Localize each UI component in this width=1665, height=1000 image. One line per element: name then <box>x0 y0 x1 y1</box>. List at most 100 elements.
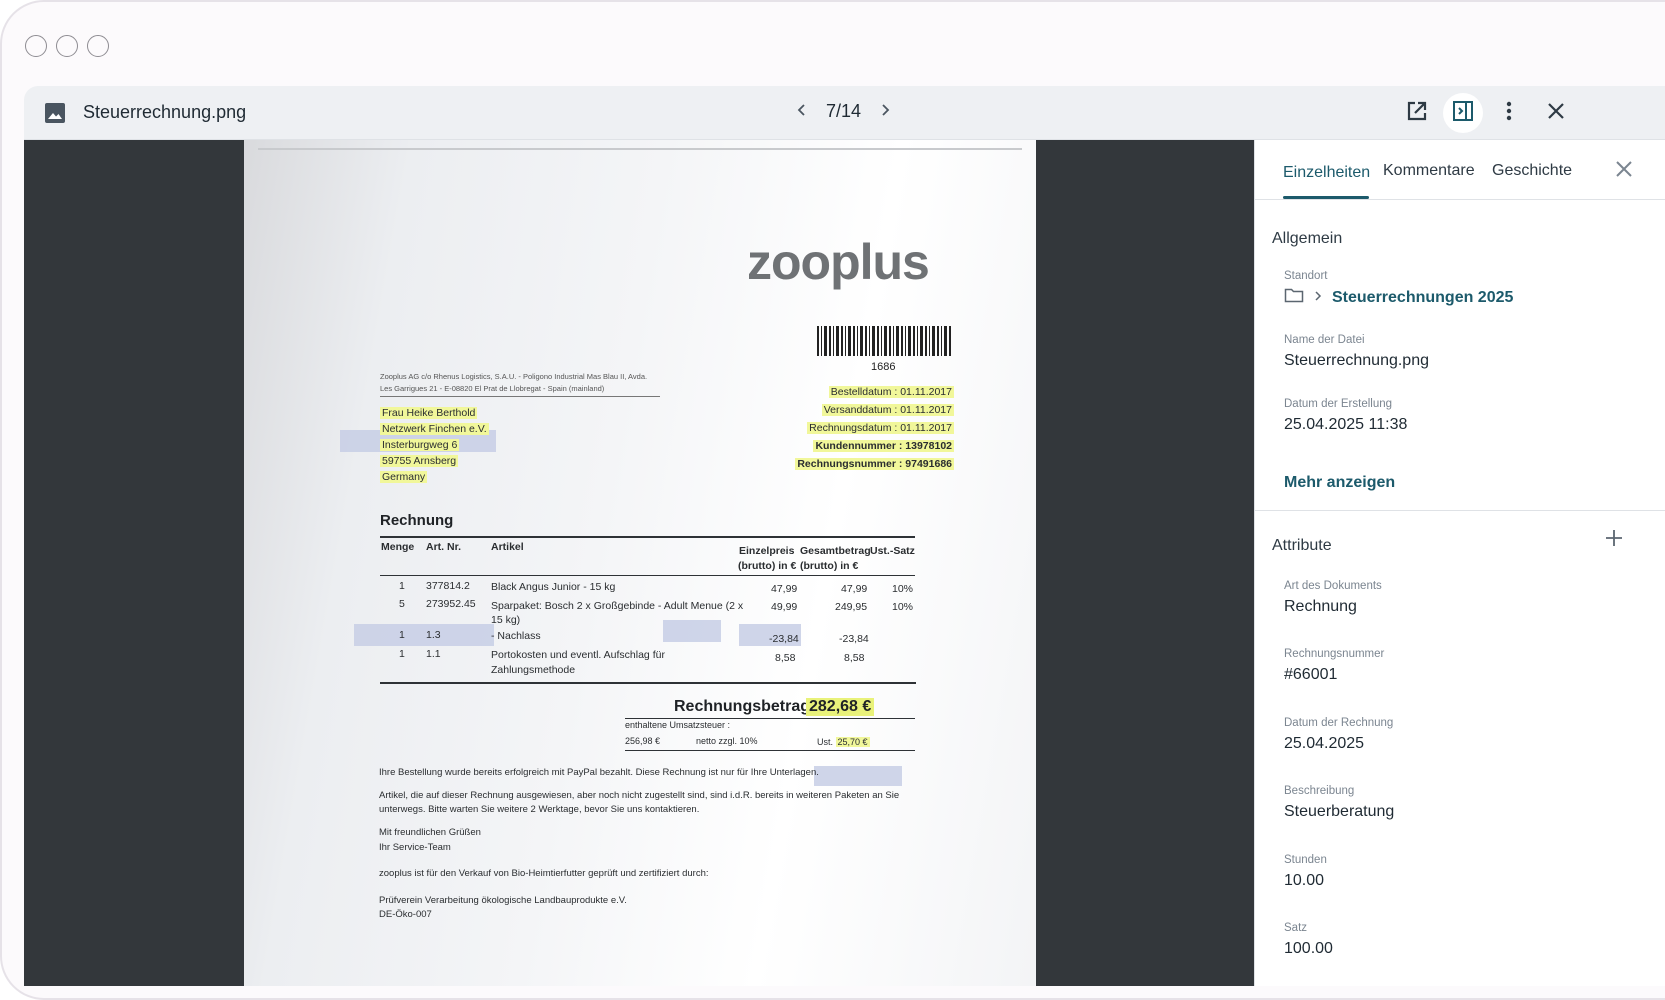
paragraph-line: Artikel, die auf dieser Rechnung ausgewi… <box>379 790 900 801</box>
row-einzelpreis: -23,84 <box>769 633 799 645</box>
tab-details[interactable]: Einzelheiten <box>1283 164 1370 182</box>
total-value: 282,68 € <box>806 698 875 716</box>
location-path: Steuerrechnungen 2025 <box>1284 287 1513 308</box>
redaction-mark <box>354 624 494 646</box>
row-artikel: Black Angus Junior - 15 kg <box>491 581 616 593</box>
paper-edge <box>258 148 1022 150</box>
filename-label: Name der Datei <box>1284 334 1365 346</box>
row-einzelpreis: 8,58 <box>775 652 796 664</box>
details-sidebar: Einzelheiten Kommentare Geschichte Allge… <box>1254 140 1665 986</box>
tax-label: enthaltene Umsatzsteuer : <box>625 720 731 730</box>
row-artnr: 273952.45 <box>426 598 476 610</box>
window-dot-minimize[interactable] <box>56 35 78 57</box>
row-ust: 10% <box>892 583 914 595</box>
row-artnr: 1.3 <box>426 629 441 641</box>
table-bottom-rule <box>380 682 916 684</box>
col-header-einzelpreis-sub: (brutto) in € <box>738 560 797 572</box>
toggle-sidebar-button[interactable] <box>1443 93 1483 133</box>
attr-value: #66001 <box>1284 666 1338 683</box>
active-tab-indicator <box>1283 196 1369 199</box>
attr-label: Rechnungsnummer <box>1284 648 1385 660</box>
attr-value: Steuerberatung <box>1284 803 1395 820</box>
sender-line: Les Garrigues 21 - E-08820 El Prat de Ll… <box>380 384 605 393</box>
address-line: 59755 Arnsberg <box>380 455 459 467</box>
col-header-gesamt-sub: (brutto) in € <box>800 560 859 572</box>
show-more-link[interactable]: Mehr anzeigen <box>1284 474 1395 492</box>
file-name: Steuerrechnung.png <box>83 102 247 122</box>
window-dot-maximize[interactable] <box>87 35 109 57</box>
sidebar-tabs: Einzelheiten Kommentare Geschichte <box>1255 140 1665 200</box>
col-header-artnr: Art. Nr. <box>426 541 462 553</box>
section-title-general: Allgemein <box>1272 230 1343 247</box>
image-viewer: zooplus 1686 Zooplus AG c/o Rhenus Logis… <box>24 140 1254 986</box>
meta-ship-date: Versanddatum : 01.11.2017 <box>821 404 954 416</box>
total-label: Rechnungsbetrag <box>674 698 811 715</box>
close-preview-button[interactable] <box>1536 93 1576 133</box>
redaction-mark <box>663 620 721 642</box>
row-menge: 1 <box>399 580 405 592</box>
redaction-mark <box>814 766 902 786</box>
row-gesamt: 249,95 <box>835 601 868 613</box>
chevron-left-icon[interactable] <box>794 100 810 123</box>
page-navigator: 7/14 <box>794 100 893 123</box>
location-link[interactable]: Steuerrechnungen 2025 <box>1332 289 1513 307</box>
window-dot-close[interactable] <box>25 35 47 57</box>
attr-label: Beschreibung <box>1284 785 1355 797</box>
row-menge: 1 <box>399 648 405 660</box>
row-artikel: Portokosten und eventl. Aufschlag für <box>491 649 665 661</box>
col-header-gesamt: Gesamtbetrag <box>800 545 871 557</box>
row-einzelpreis: 47,99 <box>771 583 798 595</box>
attr-label: Datum der Rechnung <box>1284 717 1394 729</box>
attr-label: Art des Dokuments <box>1284 580 1382 592</box>
image-icon <box>44 102 66 124</box>
tax-ust: Ust. 25,70 € <box>817 737 870 747</box>
col-header-menge: Menge <box>381 541 415 553</box>
row-artikel: Sparpaket: Bosch 2 x Großgebinde - Adult… <box>491 600 744 612</box>
meta-order-date: Bestelldatum : 01.11.2017 <box>828 386 954 398</box>
close-sidebar-icon[interactable] <box>1613 158 1637 182</box>
window-controls <box>25 35 109 57</box>
table-header-rule <box>380 575 915 576</box>
open-external-icon <box>1405 99 1429 128</box>
tab-history[interactable]: Geschichte <box>1492 162 1572 180</box>
filename-value: Steuerrechnung.png <box>1284 352 1429 369</box>
invoice-heading: Rechnung <box>380 512 454 529</box>
tab-comments[interactable]: Kommentare <box>1383 162 1475 180</box>
open-external-button[interactable] <box>1397 93 1437 133</box>
row-einzelpreis: 49,99 <box>771 601 798 613</box>
zooplus-logo: zooplus <box>747 234 930 290</box>
sidebar-panel-icon <box>1451 99 1475 128</box>
address-line: Frau Heike Berthold <box>380 407 478 419</box>
table-top-rule <box>380 536 915 538</box>
address-line: Insterburgweg 6 <box>380 439 460 451</box>
preview-toolbar: Steuerrechnung.png 7/14 <box>24 86 1665 140</box>
paragraph-line: Ihre Bestellung wurde bereits erfolgreic… <box>379 767 819 778</box>
attr-value: Rechnung <box>1284 598 1357 615</box>
more-vertical-icon <box>1497 99 1521 128</box>
paragraph-line: zooplus ist für den Verkauf von Bio-Heim… <box>379 868 709 879</box>
tax-rule <box>625 750 915 751</box>
row-artnr: 377814.2 <box>426 580 470 592</box>
row-ust: 10% <box>892 601 914 613</box>
barcode-number: 1686 <box>871 361 896 373</box>
section-divider <box>1255 510 1665 511</box>
more-options-button[interactable] <box>1489 93 1529 133</box>
attr-value: 10.00 <box>1284 872 1325 889</box>
col-header-ust: Ust.-Satz <box>870 545 915 557</box>
add-attribute-icon[interactable] <box>1603 527 1625 549</box>
chevron-right-icon[interactable] <box>877 100 893 123</box>
meta-invoice-date: Rechnungsdatum : 01.11.2017 <box>807 422 954 434</box>
attr-value: 100.00 <box>1284 940 1333 957</box>
folder-icon <box>1284 287 1304 308</box>
file-preview-window: Steuerrechnung.png 7/14 zooplus 1686 Zoo… <box>24 86 1665 986</box>
location-label: Standort <box>1284 270 1328 282</box>
paragraph-line: Mit freundlichen Grüßen <box>379 827 481 838</box>
address-line: Germany <box>380 471 428 483</box>
row-gesamt: 8,58 <box>844 652 865 664</box>
total-rule <box>625 718 915 719</box>
row-menge: 5 <box>399 598 405 610</box>
sender-rule <box>380 396 660 397</box>
attr-value: 25.04.2025 <box>1284 735 1365 752</box>
meta-customer-number: Kundennummer : 13978102 <box>813 440 954 452</box>
col-header-einzelpreis: Einzelpreis <box>739 545 795 557</box>
